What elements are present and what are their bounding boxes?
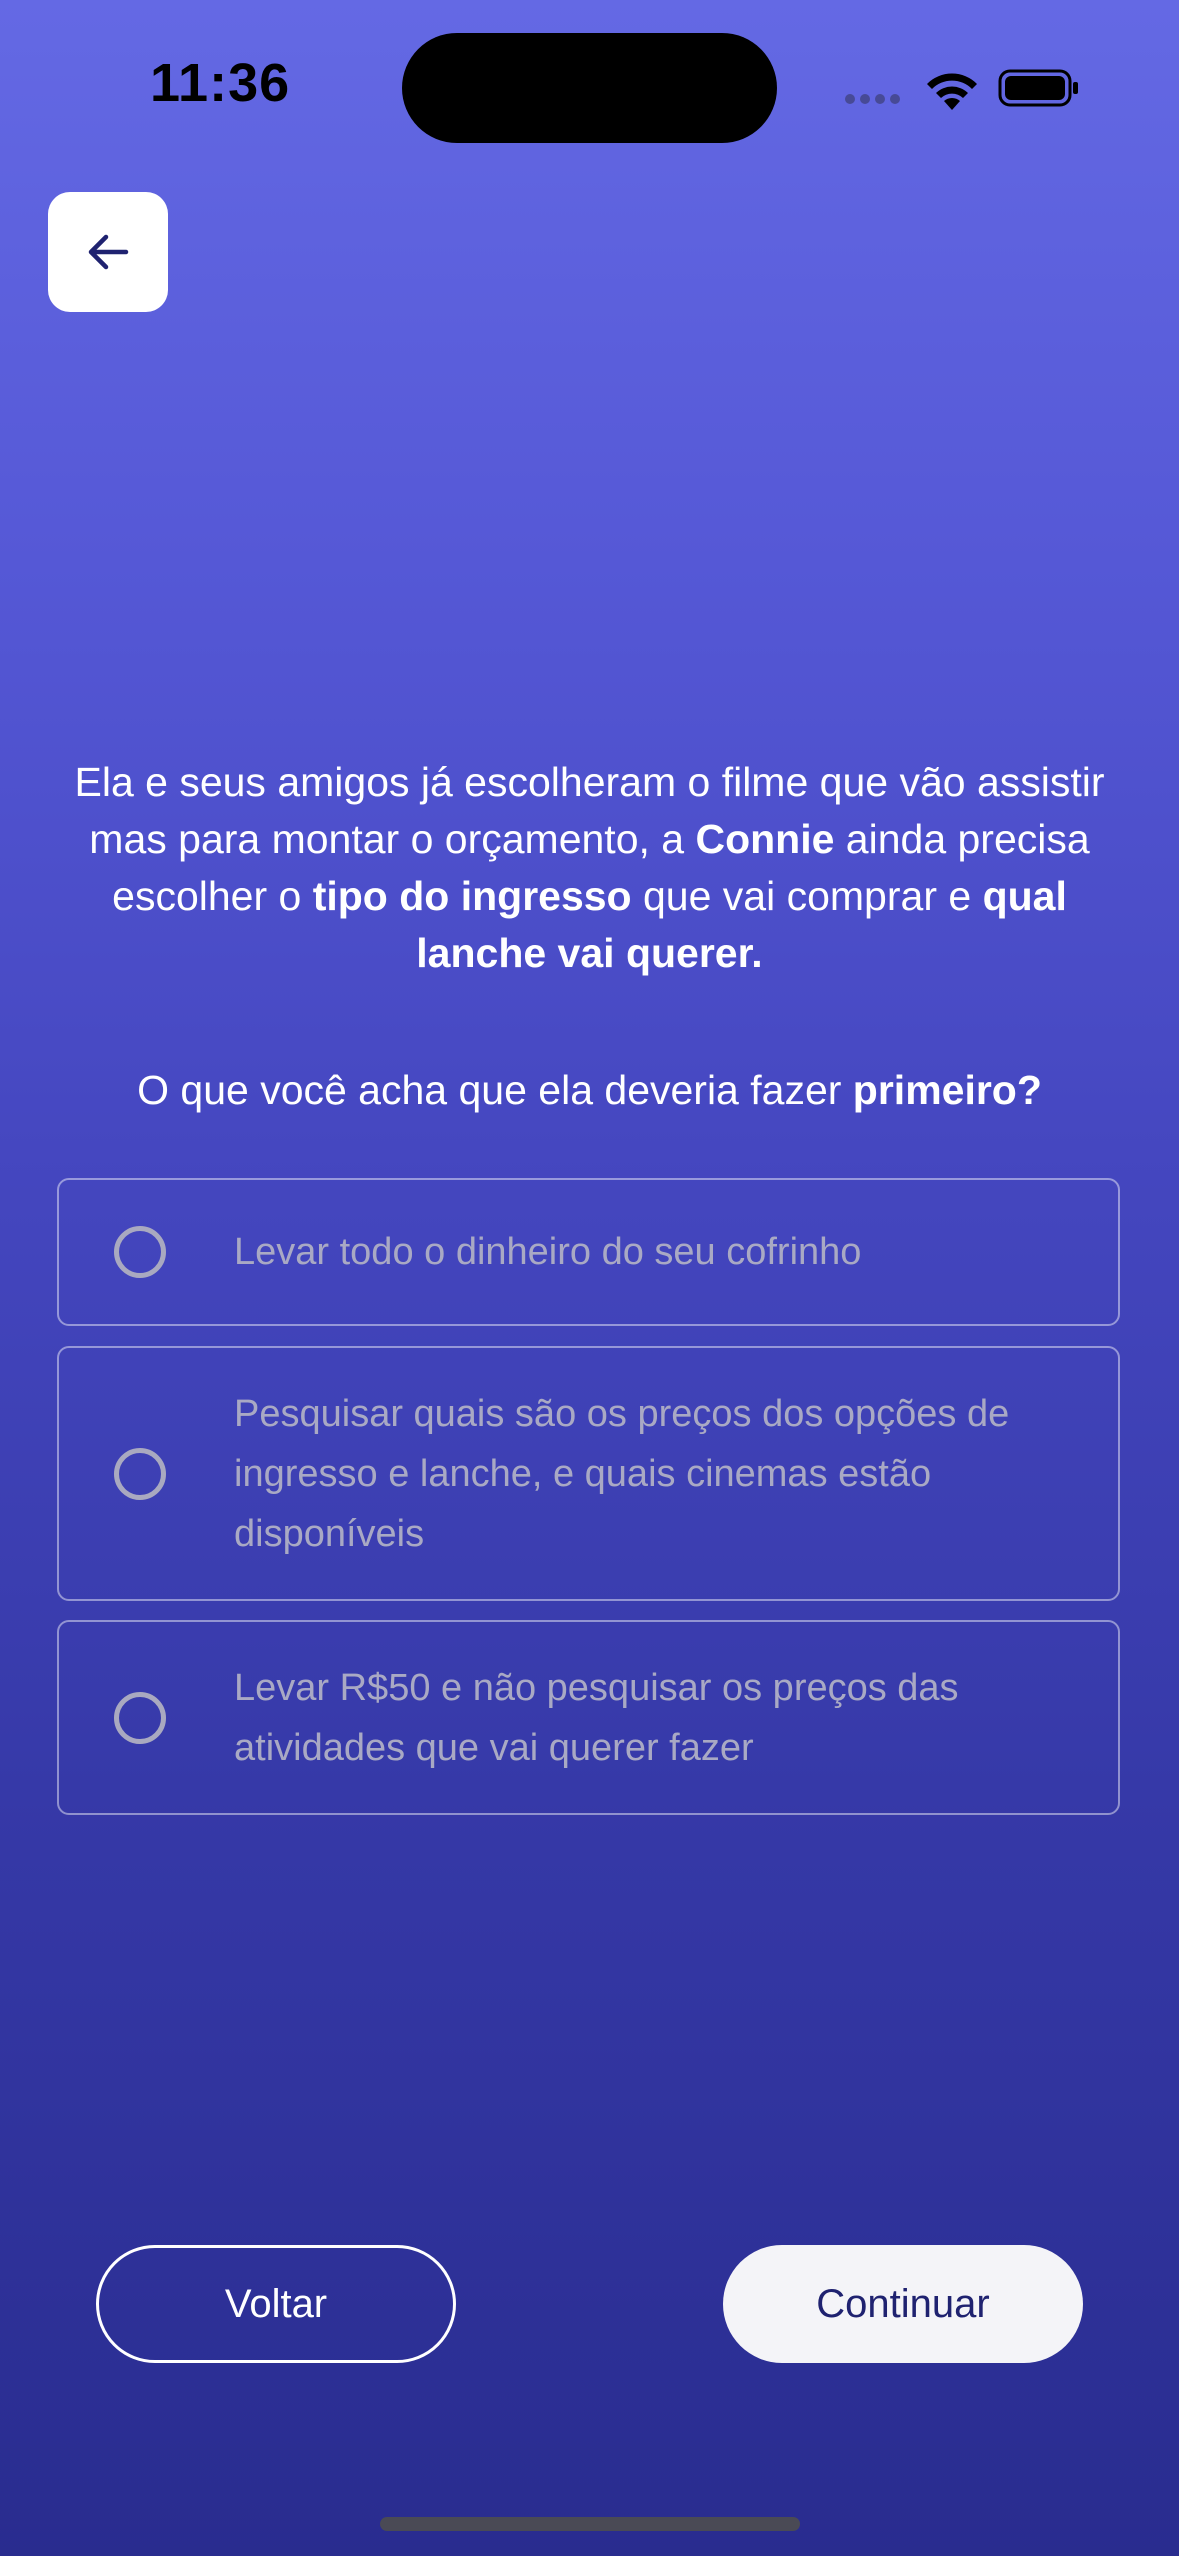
answer-option-label: Levar todo o dinheiro do seu cofrinho [234,1231,862,1273]
question-text: Ela e seus amigos já escolheram o filme … [60,754,1119,982]
question-text-period: . [751,930,763,976]
question-prompt: O que você acha que ela deveria fazer pr… [30,1062,1149,1119]
radio-button[interactable] [114,1447,166,1500]
home-indicator [380,2517,800,2531]
continue-button[interactable]: Continuar [723,2245,1083,2363]
question-highlight-ticket: tipo do ingresso [312,873,632,919]
wifi-icon [927,73,977,110]
question-prompt-highlight: primeiro? [852,1067,1042,1113]
arrow-left-icon [88,234,129,270]
answer-option-label: Pesquisar quais são os preços dos opções… [234,1392,1010,1555]
back-button[interactable]: Voltar [96,2245,456,2363]
dynamic-island [402,33,777,143]
question-text-part: que vai comprar e [631,873,983,919]
answer-option[interactable]: Levar R$50 e não pesquisar os preços das… [57,1620,1120,1815]
radio-button[interactable] [114,1226,166,1278]
answer-option-label: Levar R$50 e não pesquisar os preços das… [234,1666,959,1769]
question-highlight-name: Connie [695,816,835,862]
question-prompt-text: O que você acha que ela deveria fazer [137,1067,853,1113]
answer-option[interactable]: Pesquisar quais são os preços dos opções… [57,1346,1120,1601]
battery-icon [998,69,1078,107]
radio-button[interactable] [114,1691,166,1744]
status-time: 11:36 [150,53,291,113]
answer-option[interactable]: Levar todo o dinheiro do seu cofrinho [57,1178,1120,1326]
back-icon-button[interactable] [48,192,168,312]
cellular-signal-icon [845,94,900,104]
